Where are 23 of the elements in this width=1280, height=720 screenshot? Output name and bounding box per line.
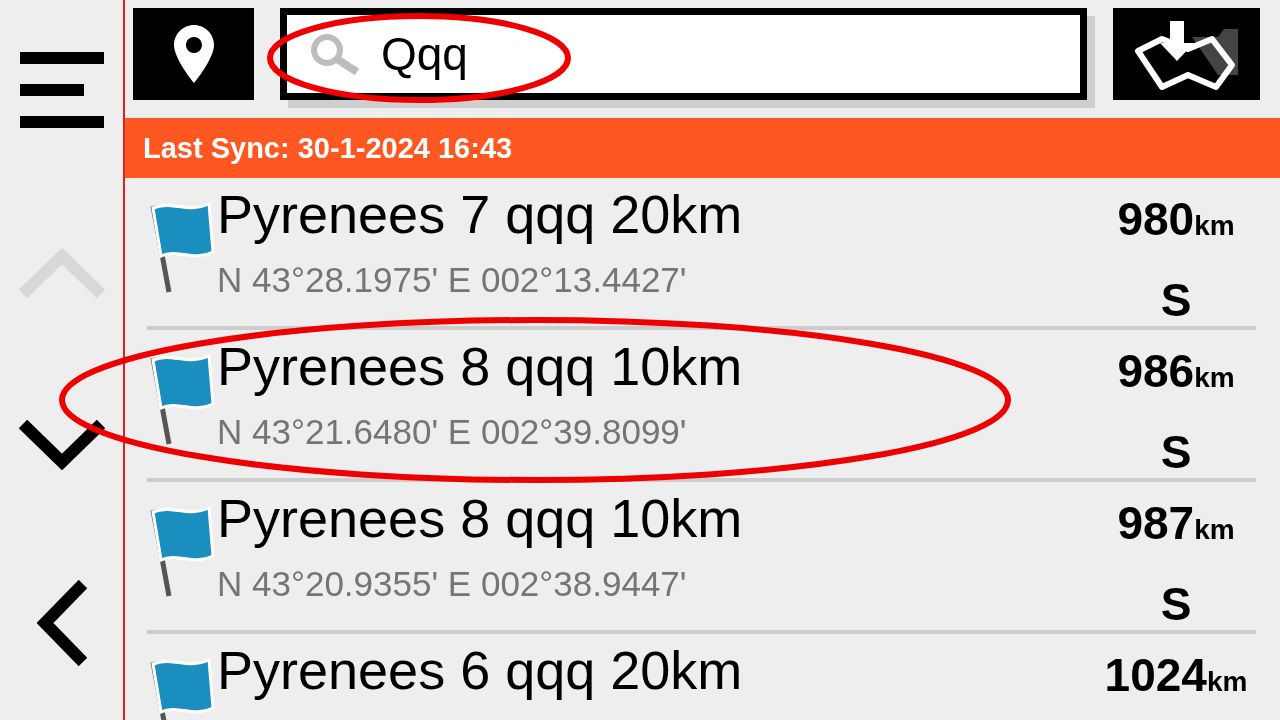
waypoint-name: Pyrenees 6 qqq 20km [217,639,744,702]
last-sync-banner: Last Sync: 30-1-2024 16:43 [125,118,1280,178]
waypoint-distance: 1024km [1104,648,1248,703]
waypoint-distance: 980km [1117,192,1235,247]
waypoint-name: Pyrenees 8 qqq 10km [217,335,744,398]
waypoint-name: Pyrenees 7 qqq 20km [217,183,744,246]
waypoint-direction: S [1160,273,1192,327]
search-input[interactable]: Qqq [379,26,983,82]
location-button[interactable] [133,8,254,100]
search-icon [309,32,361,76]
waypoint-direction: S [1160,577,1192,631]
map-download-button[interactable] [1113,8,1260,100]
chevron-left-icon [36,579,87,666]
menu-icon [19,52,104,128]
waypoint-distance: 987km [1117,496,1235,551]
map-pin-icon [173,25,214,83]
waypoint-distance: 986km [1117,344,1235,399]
waypoint-name: Pyrenees 8 qqq 10km [217,487,744,550]
waypoint-coordinates: N 43°20.9355' E 002°38.9447' [217,563,688,605]
waypoint-coordinates: N 43°21.6480' E 002°39.8099' [217,411,688,453]
chevron-down-icon [18,420,105,470]
waypoint-direction: S [1160,425,1192,479]
waypoint-coordinates: N 43°28.1975' E 002°13.4427' [217,259,688,301]
